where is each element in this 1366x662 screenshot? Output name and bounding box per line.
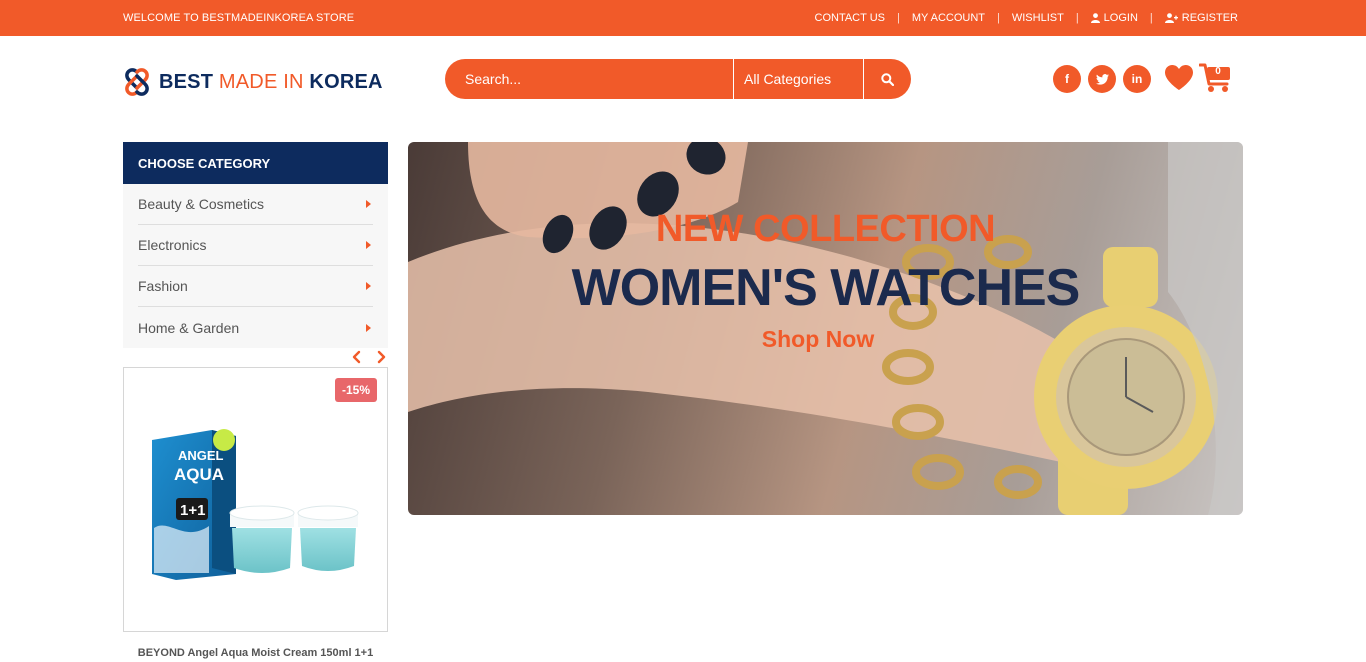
shop-now-link[interactable]: Shop Now xyxy=(408,326,1228,353)
top-links: CONTACT US | MY ACCOUNT | WISHLIST | LOG… xyxy=(815,12,1239,24)
banner-title: WOMEN'S WATCHES xyxy=(571,259,1081,317)
user-plus-icon xyxy=(1164,13,1178,23)
my-account-link[interactable]: MY ACCOUNT xyxy=(912,12,985,24)
login-label: LOGIN xyxy=(1103,12,1138,24)
category-label: Electronics xyxy=(138,237,207,253)
category-label: Fashion xyxy=(138,278,188,294)
cart-count: 0 xyxy=(1215,66,1221,77)
category-item-beauty[interactable]: Beauty & Cosmetics xyxy=(138,184,373,225)
search-icon xyxy=(880,72,894,86)
category-label: Beauty & Cosmetics xyxy=(138,196,265,212)
heart-icon xyxy=(1165,65,1193,90)
category-item-home-garden[interactable]: Home & Garden xyxy=(138,307,373,348)
search-button[interactable] xyxy=(864,59,910,99)
logo-word-best: BEST xyxy=(159,70,214,93)
cart-button[interactable]: 0 xyxy=(1198,62,1233,99)
caret-right-icon xyxy=(366,200,371,208)
caret-right-icon xyxy=(366,241,371,249)
register-label: REGISTER xyxy=(1181,12,1238,24)
top-bar: WELCOME TO BESTMADEINKOREA STORE CONTACT… xyxy=(0,0,1366,36)
register-link[interactable]: REGISTER xyxy=(1164,12,1238,24)
category-header: CHOOSE CATEGORY xyxy=(123,142,388,184)
chevron-left-icon[interactable] xyxy=(350,350,364,364)
search-bar: All Categories xyxy=(445,59,911,99)
divider: | xyxy=(1149,12,1153,24)
contact-us-link[interactable]: CONTACT US xyxy=(815,12,886,24)
caret-right-icon xyxy=(366,323,371,332)
wishlist-link[interactable]: WISHLIST xyxy=(1012,12,1064,24)
banner-subtitle: NEW COLLECTION xyxy=(655,208,996,250)
product-image: ANGEL AQUA 1+1 xyxy=(152,429,359,580)
search-input[interactable] xyxy=(445,59,733,99)
linkedin-icon[interactable]: in xyxy=(1123,65,1151,93)
login-link[interactable]: LOGIN xyxy=(1090,12,1138,24)
product-carousel-nav xyxy=(350,350,388,364)
site-logo[interactable]: BEST MADE IN KOREA xyxy=(123,68,383,96)
category-label: Home & Garden xyxy=(138,319,240,336)
twitter-icon[interactable] xyxy=(1088,65,1116,93)
product-title[interactable]: BEYOND Angel Aqua Moist Cream 150ml 1+1 xyxy=(123,647,388,659)
category-select[interactable]: All Categories xyxy=(733,59,864,99)
category-sidebar: CHOOSE CATEGORY Beauty & Cosmetics Elect… xyxy=(123,142,388,348)
product-card[interactable]: -15% ANGEL AQUA 1+1 xyxy=(123,367,388,632)
category-item-fashion[interactable]: Fashion xyxy=(138,266,373,307)
chevron-right-icon[interactable] xyxy=(374,350,388,364)
logo-text: BEST MADE IN KOREA xyxy=(159,71,383,94)
logo-mark-icon xyxy=(125,68,149,96)
divider: | xyxy=(1075,12,1079,24)
divider: | xyxy=(897,12,900,24)
logo-word-korea: KOREA xyxy=(309,70,383,93)
category-list: Beauty & Cosmetics Electronics Fashion H… xyxy=(123,184,388,348)
box-text: AQUA xyxy=(174,465,224,484)
social-links: f in xyxy=(1053,65,1151,93)
category-item-electronics[interactable]: Electronics xyxy=(138,225,373,266)
caret-right-icon xyxy=(366,282,371,290)
user-icon xyxy=(1090,13,1100,23)
wishlist-button[interactable] xyxy=(1164,64,1194,96)
divider: | xyxy=(997,12,1000,24)
twitter-bird-glyph xyxy=(1095,73,1109,85)
facebook-icon[interactable]: f xyxy=(1053,65,1081,93)
box-text: ANGEL xyxy=(178,448,224,463)
box-text: 1+1 xyxy=(180,502,205,519)
welcome-text: WELCOME TO BESTMADEINKOREA STORE xyxy=(123,12,355,24)
logo-word-made-in: MADE IN xyxy=(218,70,304,93)
hero-banner[interactable]: NEW COLLECTION WOMEN'S WATCHES Shop Now xyxy=(408,142,1243,515)
